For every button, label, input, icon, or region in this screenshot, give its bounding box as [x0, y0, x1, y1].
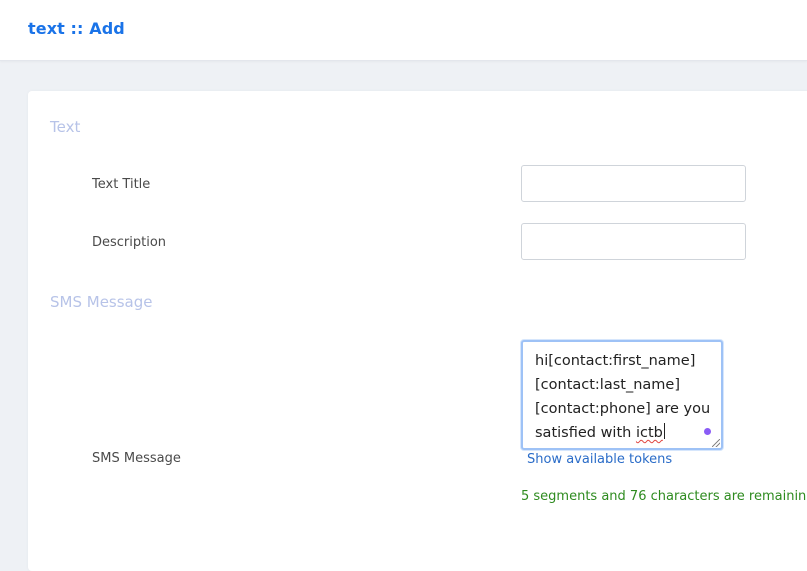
- grammar-check-icon[interactable]: [704, 428, 711, 435]
- description-label: Description: [92, 235, 167, 250]
- text-caret: [663, 423, 665, 439]
- form-card: Text Text Title Description SMS Message …: [28, 91, 807, 571]
- sms-line-4-text: satisfied with: [535, 425, 636, 441]
- text-title-label: Text Title: [92, 177, 151, 192]
- sms-message-label: SMS Message: [92, 451, 181, 466]
- resize-handle-icon[interactable]: [712, 439, 720, 447]
- description-input[interactable]: [521, 223, 746, 260]
- page-title: text :: Add: [28, 19, 125, 38]
- show-tokens-link[interactable]: Show available tokens: [527, 452, 672, 467]
- remaining-characters-status: 5 segments and 76 characters are remaini…: [521, 489, 807, 504]
- sms-line-1: hi[contact:first_name]: [535, 353, 696, 369]
- section-title-text: Text: [50, 118, 81, 136]
- sms-line-3: [contact:phone] are you: [535, 401, 711, 417]
- sms-message-textarea[interactable]: hi[contact:first_name] [contact:last_nam…: [521, 340, 723, 450]
- sms-line-4: satisfied with ictb: [535, 421, 709, 445]
- misspelled-word: ictb: [635, 425, 663, 441]
- sms-line-2: [contact:last_name]: [535, 377, 680, 393]
- section-title-sms: SMS Message: [50, 293, 153, 311]
- page-header: text :: Add: [0, 0, 807, 61]
- text-title-input[interactable]: [521, 165, 746, 202]
